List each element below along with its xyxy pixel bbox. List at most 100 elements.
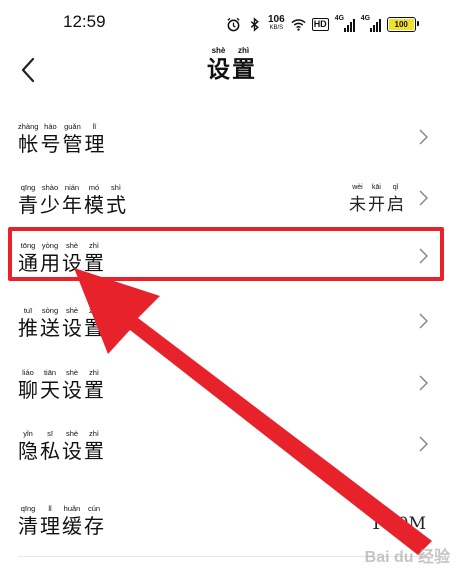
battery-percent: 100 bbox=[394, 19, 408, 29]
hanzi-text: 未 bbox=[349, 195, 366, 215]
pinyin-char: kāi 开 bbox=[368, 183, 385, 217]
pinyin-text: sòng bbox=[41, 306, 59, 315]
pinyin-char: shè 设 bbox=[62, 429, 82, 463]
pinyin-char: qīng 青 bbox=[18, 183, 38, 217]
signal-bar bbox=[378, 19, 381, 32]
pinyin-text: zhì bbox=[88, 306, 99, 315]
chevron-right-icon bbox=[419, 436, 428, 452]
settings-item-label: zhàng 帐 hào 号 guǎn 管 lǐ 理 bbox=[18, 122, 106, 156]
pinyin-char: nián 年 bbox=[62, 183, 82, 217]
signal-bar bbox=[375, 22, 378, 32]
signal-bar bbox=[369, 19, 381, 32]
pinyin-char: shè 设 bbox=[62, 368, 82, 402]
hanzi-text: 设 bbox=[62, 378, 82, 402]
signal-bar bbox=[369, 28, 372, 32]
watermark: Bai du 经验 bbox=[364, 549, 450, 566]
hanzi-text: 设 bbox=[62, 316, 82, 340]
signal-bar bbox=[346, 25, 349, 32]
pinyin-text: liáo bbox=[22, 368, 34, 377]
pinyin-char: tuī 推 bbox=[18, 306, 38, 340]
pinyin-text: yǐn bbox=[23, 429, 33, 438]
settings-item-label: liáo 聊 tiān 天 shè 设 zhì 置 bbox=[18, 368, 106, 402]
settings-item-push[interactable]: tuī 推 sòng 送 shè 设 zhì 置 bbox=[0, 290, 464, 352]
hanzi-text: 管 bbox=[62, 132, 83, 156]
settings-item-account[interactable]: zhàng 帐 hào 号 guǎn 管 lǐ 理 bbox=[0, 106, 464, 168]
hanzi-text: 置 bbox=[84, 316, 104, 340]
settings-item-chat[interactable]: liáo 聊 tiān 天 shè 设 zhì 置 bbox=[0, 352, 464, 414]
pinyin-text: tuī bbox=[23, 306, 33, 315]
pinyin-char: shè 设 bbox=[62, 306, 82, 340]
hanzi-text: 聊 bbox=[18, 378, 38, 402]
pinyin-text: zhàng bbox=[18, 122, 39, 131]
settings-item-privacy[interactable]: yǐn 隐 sī 私 shè 设 zhì 置 bbox=[0, 413, 464, 475]
hanzi-text: 开 bbox=[368, 195, 385, 215]
pinyin-text: guǎn bbox=[64, 122, 81, 131]
pinyin-char: liáo 聊 bbox=[18, 368, 38, 402]
chevron-right-icon bbox=[419, 313, 428, 329]
pinyin-text: zhì bbox=[88, 368, 99, 377]
pinyin-text: zhì bbox=[237, 46, 250, 55]
signal-label: 4G bbox=[360, 15, 371, 22]
page-title: shè 设 zhì 置 bbox=[0, 46, 464, 84]
settings-item-teen-mode[interactable]: qīng 青 shào 少 nián 年 mó 模 shì 式 wèi 未 kāi 开 qǐ 启 bbox=[0, 167, 464, 229]
hanzi-text: 送 bbox=[40, 316, 60, 340]
pinyin-text: shè bbox=[65, 429, 79, 438]
pinyin-char: sī 私 bbox=[40, 429, 60, 463]
pinyin-text: sī bbox=[47, 429, 53, 438]
title-char: zhì 置 bbox=[232, 46, 255, 84]
pinyin-text: zhì bbox=[88, 429, 99, 438]
network-speed-unit: KB/S bbox=[269, 25, 284, 31]
settings-item-clear-cache[interactable]: qīng 清 lǐ 理 huǎn 缓 cún 存 16.0M bbox=[0, 488, 464, 550]
hanzi-text: 设 bbox=[62, 439, 82, 463]
pinyin-text: shì bbox=[110, 183, 121, 192]
pinyin-char: zhì 置 bbox=[84, 429, 104, 463]
pinyin-char: lǐ 理 bbox=[84, 122, 104, 156]
pinyin-text: shè bbox=[211, 46, 226, 55]
status-time: 12:59 bbox=[63, 12, 106, 31]
pinyin-char: zhàng 帐 bbox=[18, 122, 38, 156]
hanzi-text: 置 bbox=[84, 439, 104, 463]
hanzi-text: 帐 bbox=[18, 132, 39, 156]
pinyin-char: qīng 清 bbox=[18, 504, 38, 538]
chevron-right-icon bbox=[419, 190, 428, 206]
hanzi-text: 清 bbox=[18, 514, 38, 538]
network-speed-value: 106 bbox=[268, 14, 285, 25]
hanzi-text: 青 bbox=[18, 193, 38, 217]
signal-bar bbox=[349, 22, 352, 32]
pinyin-text: cún bbox=[87, 504, 101, 513]
hanzi-text: 启 bbox=[387, 195, 404, 215]
settings-item-label: qīng 清 lǐ 理 huǎn 缓 cún 存 bbox=[18, 504, 106, 538]
pinyin-text: tiān bbox=[43, 368, 57, 377]
hanzi-text: 年 bbox=[62, 193, 82, 217]
pinyin-char: yǐn 隐 bbox=[18, 429, 38, 463]
hanzi-text: 理 bbox=[84, 132, 105, 156]
pinyin-text: mó bbox=[88, 183, 100, 192]
pinyin-char: shì 式 bbox=[106, 183, 126, 217]
signal-bar bbox=[343, 19, 355, 32]
pinyin-text: huǎn bbox=[63, 504, 81, 513]
pinyin-text: nián bbox=[64, 183, 80, 192]
hanzi-text: 设 bbox=[207, 56, 230, 83]
hanzi-text: 理 bbox=[40, 514, 60, 538]
pinyin-text: shè bbox=[65, 368, 79, 377]
hanzi-text: 私 bbox=[40, 439, 60, 463]
signal-bar bbox=[343, 28, 346, 32]
pinyin-char: tiān 天 bbox=[40, 368, 60, 402]
pinyin-char: qǐ 启 bbox=[387, 183, 404, 217]
pinyin-text: kāi bbox=[372, 184, 381, 191]
chevron-right-icon bbox=[419, 129, 428, 145]
pinyin-char: wèi 未 bbox=[349, 183, 366, 217]
hanzi-text: 隐 bbox=[18, 439, 38, 463]
pinyin-char: mó 模 bbox=[84, 183, 104, 217]
teen-mode-status: wèi 未 kāi 开 qǐ 启 bbox=[349, 183, 406, 217]
hanzi-text: 式 bbox=[106, 193, 126, 217]
hd-badge: HD bbox=[311, 17, 329, 31]
cache-size-value: 16.0M bbox=[370, 514, 426, 534]
hanzi-text: 少 bbox=[40, 193, 60, 217]
hanzi-text: 天 bbox=[40, 378, 60, 402]
pinyin-text: shè bbox=[65, 306, 79, 315]
pinyin-text: qǐ bbox=[392, 184, 399, 191]
network-speed: 106 KB/S bbox=[268, 15, 285, 33]
pinyin-text: qīng bbox=[20, 183, 36, 192]
pinyin-char: zhì 置 bbox=[84, 368, 104, 402]
